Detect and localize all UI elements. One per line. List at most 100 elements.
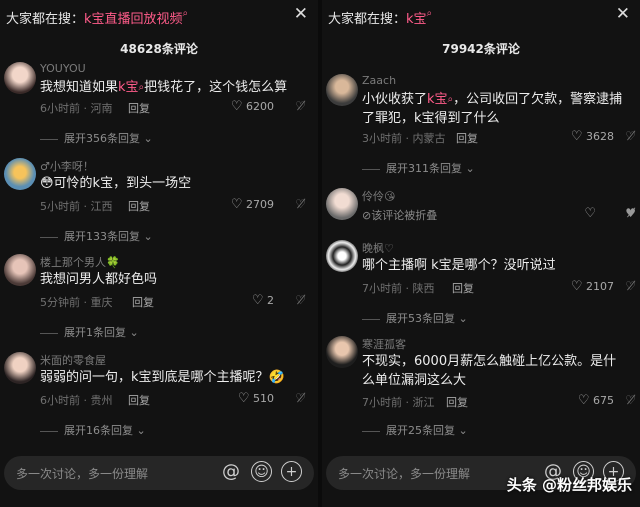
comment-text: 不现实，6000月薪怎么触碰上亿公款。是什么单位漏洞这么大 — [362, 354, 617, 388]
avatar[interactable] — [326, 188, 358, 220]
comment-item: 米面的零食屋 弱弱的问一句，k宝到底是哪个主播呢？🤣 6小时前 · 贵州 回复 … — [0, 352, 318, 444]
heart-icon: ♡ — [570, 279, 583, 294]
heart-icon: ♡ — [584, 206, 596, 221]
comment-text: 小伙收获了k宝⌕，公司收回了欠款，警察逮捕了罪犯，k宝得到了什么 — [362, 92, 623, 126]
comment-meta: 6小时前 · 贵州 — [40, 394, 113, 407]
comment-meta: 3小时前 · 内蒙古 — [362, 132, 446, 145]
reply-button[interactable]: 回复 — [456, 130, 478, 146]
comment-username[interactable]: 伶伶😘 — [362, 188, 395, 204]
like-count: 6200 — [246, 100, 274, 113]
broken-heart-icon[interactable]: ♡̸ — [295, 197, 306, 211]
reply-button[interactable]: 回复 — [132, 294, 154, 310]
avatar[interactable] — [4, 254, 36, 286]
heart-icon: ♡ — [237, 391, 250, 406]
comment-input-placeholder: 多一次讨论，多一份理解 — [338, 467, 471, 481]
emoji-icon[interactable]: ☺ — [251, 461, 272, 482]
avatar[interactable] — [4, 158, 36, 190]
heart-icon: ♡ — [251, 293, 264, 308]
comment-item: 伶伶😘 ⊘该评论被折叠 ♡ ♥̸ — [322, 188, 640, 232]
reply-button[interactable]: 回复 — [128, 392, 150, 408]
expand-replies[interactable]: 展开356条回复 ⌄ — [40, 130, 153, 146]
watermark: 头条 @粉丝邦娱乐 — [506, 476, 632, 494]
keyword-link[interactable]: k宝 — [427, 92, 448, 107]
comment-text: 我想问男人都好色吗 — [40, 272, 158, 287]
comment-username[interactable]: 楼上那个男人🍀 — [40, 254, 120, 270]
comment-text: 😳可怜的k宝，到头一场空 — [40, 176, 192, 191]
expand-replies[interactable]: 展开25条回复 ⌄ — [362, 422, 468, 438]
comment-panel-right: 大家都在搜：k宝⌕ ✕ 79942条评论 Zaach 小伙收获了k宝⌕，公司收回… — [322, 0, 640, 507]
like-count: 2 — [267, 294, 274, 307]
comment-text: 哪个主播啊 k宝是哪个？没听说过 — [362, 258, 556, 273]
reply-button[interactable]: 回复 — [446, 394, 468, 410]
broken-heart-icon[interactable]: ♡̸ — [295, 391, 306, 405]
reply-button[interactable]: 回复 — [452, 280, 474, 296]
search-icon: ⌕ — [182, 8, 189, 19]
like-count: 675 — [593, 394, 614, 407]
avatar[interactable] — [4, 352, 36, 384]
like-button[interactable]: ♡ 2709 — [231, 197, 274, 212]
avatar[interactable] — [326, 74, 358, 106]
like-button[interactable]: ♡ 2107 — [571, 279, 614, 294]
like-count: 2107 — [586, 280, 614, 293]
search-keyword-link[interactable]: k宝直播回放视频 — [84, 12, 183, 27]
comment-username[interactable]: 米面的零食屋 — [40, 352, 106, 368]
expand-replies[interactable]: 展开53条回复 ⌄ — [362, 310, 468, 326]
reply-button[interactable]: 回复 — [128, 100, 150, 116]
comment-item: 楼上那个男人🍀 我想问男人都好色吗 5分钟前 · 重庆 回复 ♡ 2 ♡̸ 展开… — [0, 254, 318, 346]
broken-heart-icon[interactable]: ♡̸ — [625, 279, 636, 293]
comment-input[interactable]: 多一次讨论，多一份理解 @ ☺ + — [4, 456, 314, 490]
heart-icon: ♡ — [577, 393, 590, 408]
like-count: 2709 — [246, 198, 274, 211]
comment-username[interactable]: 晚枫♡ — [362, 240, 394, 256]
search-suggestion-bar[interactable]: 大家都在搜：k宝直播回放视频⌕ ✕ — [0, 0, 318, 30]
comment-input-bar: 多一次讨论，多一份理解 @ ☺ + — [0, 452, 318, 496]
comment-username[interactable]: 寒涯孤客 — [362, 336, 406, 352]
like-button[interactable]: ♡ 510 — [238, 391, 274, 406]
close-icon[interactable]: ✕ — [616, 4, 630, 24]
comment-username[interactable]: YOUYOU — [40, 62, 86, 75]
comment-count: 79942条评论 — [442, 42, 520, 56]
like-button[interactable]: ♡ 3628 — [571, 129, 614, 144]
comment-meta: 5分钟前 · 重庆 — [40, 296, 113, 309]
comment-count: 48628条评论 — [120, 42, 198, 56]
comment-panel-left: 大家都在搜：k宝直播回放视频⌕ ✕ 48628条评论 YOUYOU 我想知道如果… — [0, 0, 318, 507]
like-count: 3628 — [586, 130, 614, 143]
avatar[interactable] — [326, 336, 358, 368]
search-suggestion-bar[interactable]: 大家都在搜：k宝⌕ ✕ — [322, 0, 640, 30]
comment-item: 寒涯孤客 不现实，6000月薪怎么触碰上亿公款。是什么单位漏洞这么大 7小时前 … — [322, 336, 640, 444]
comment-item: YOUYOU 我想知道如果k宝⌕把钱花了，这个钱怎么算 6小时前 · 河南 回复… — [0, 62, 318, 154]
broken-heart-icon[interactable]: ♡̸ — [625, 129, 636, 143]
expand-replies[interactable]: 展开311条回复 ⌄ — [362, 160, 475, 176]
comment-meta: 7小时前 · 浙江 — [362, 396, 435, 409]
expand-replies[interactable]: 展开133条回复 ⌄ — [40, 228, 153, 244]
like-button[interactable]: ♡ — [584, 206, 596, 221]
like-button[interactable]: ♡ 6200 — [231, 99, 274, 114]
keyword-link[interactable]: k宝 — [118, 80, 139, 95]
comment-item: Zaach 小伙收获了k宝⌕，公司收回了欠款，警察逮捕了罪犯，k宝得到了什么 3… — [322, 74, 640, 182]
plus-icon[interactable]: + — [281, 461, 302, 482]
comment-text: 我想知道如果k宝⌕把钱花了，这个钱怎么算 — [40, 80, 288, 95]
comment-text: 弱弱的问一句，k宝到底是哪个主播呢？🤣 — [40, 370, 285, 385]
comment-username[interactable]: ♂小李呀！ — [40, 158, 94, 174]
comment-meta: 5小时前 · 江西 — [40, 200, 113, 213]
avatar[interactable] — [4, 62, 36, 94]
expand-replies[interactable]: 展开16条回复 ⌄ — [40, 422, 146, 438]
at-icon[interactable]: @ — [220, 461, 242, 483]
avatar[interactable] — [326, 240, 358, 272]
search-prefix: 大家都在搜： — [328, 12, 407, 27]
comment-username[interactable]: Zaach — [362, 74, 396, 87]
like-button[interactable]: ♡ 2 — [252, 293, 274, 308]
comment-item: 晚枫♡ 哪个主播啊 k宝是哪个？没听说过 7小时前 · 陕西 回复 ♡ 2107… — [322, 240, 640, 330]
broken-heart-icon[interactable]: ♡̸ — [295, 99, 306, 113]
heart-icon: ♡ — [230, 197, 243, 212]
expand-replies[interactable]: 展开1条回复 ⌄ — [40, 324, 139, 340]
like-button[interactable]: ♡ 675 — [578, 393, 614, 408]
broken-heart-icon[interactable]: ♡̸ — [625, 393, 636, 407]
close-icon[interactable]: ✕ — [294, 4, 308, 24]
search-prefix: 大家都在搜： — [6, 12, 85, 27]
search-keyword-link[interactable]: k宝 — [406, 12, 427, 27]
comment-item: ♂小李呀！ 😳可怜的k宝，到头一场空 5小时前 · 江西 回复 ♡ 2709 ♡… — [0, 158, 318, 250]
broken-heart-icon[interactable]: ♥̸ — [625, 206, 636, 220]
reply-button[interactable]: 回复 — [128, 198, 150, 214]
broken-heart-icon[interactable]: ♡̸ — [295, 293, 306, 307]
